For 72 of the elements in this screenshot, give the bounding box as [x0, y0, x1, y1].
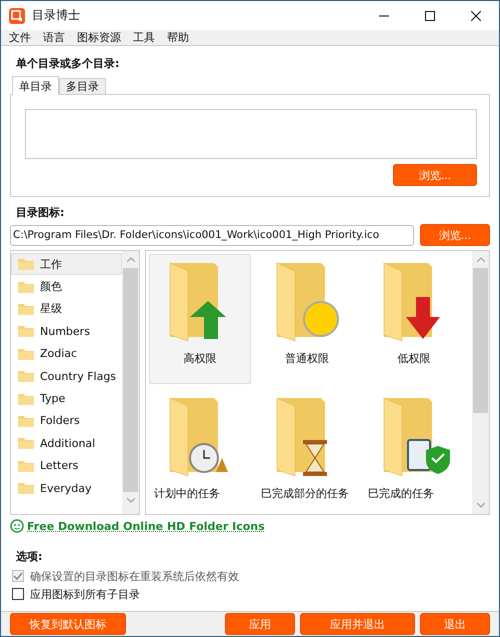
category-item[interactable]: Folders	[11, 410, 122, 432]
menu-item[interactable]: 图标资源	[71, 30, 127, 45]
icon-label: 巳完成部分的任务	[261, 486, 350, 501]
category-label: Numbers	[40, 324, 90, 338]
icon-tile[interactable]: 计划中的任务	[149, 389, 251, 519]
icon-tile[interactable]: 普通权限	[256, 254, 358, 384]
section-label: 目录图标:	[16, 205, 66, 220]
app-logo-icon	[9, 8, 25, 24]
window-title: 目录博士	[32, 7, 81, 24]
icon-tile[interactable]: 低权限	[363, 254, 465, 384]
scroll-down-icon[interactable]	[476, 503, 484, 508]
close-icon	[471, 10, 481, 20]
scrollbar[interactable]	[472, 251, 489, 514]
folder-icon	[18, 414, 34, 427]
category-item[interactable]: 颜色	[11, 275, 122, 298]
folder-input-field[interactable]	[25, 109, 477, 159]
folder-icon	[18, 258, 34, 270]
category-label: Everyday	[40, 482, 92, 495]
checkbox[interactable]	[12, 588, 24, 600]
scroll-up-icon[interactable]	[476, 257, 484, 262]
category-item[interactable]: Type	[11, 387, 122, 410]
icon-path-field[interactable]: C:\Program Files\Dr. Folder\icons\ico001_Work\ico001_High Priority.ico	[10, 224, 414, 246]
scroll-up-icon[interactable]	[126, 257, 134, 262]
icon-label: 高权限	[182, 351, 218, 366]
folder-icon	[18, 302, 34, 315]
folder-icon	[18, 392, 34, 405]
category-label: Type	[40, 392, 66, 406]
category-label: Country Flags	[40, 370, 116, 383]
folder-icon	[18, 348, 34, 360]
category-item[interactable]: 星级	[11, 298, 122, 320]
icon-label: 低权限	[396, 351, 432, 366]
checkbox-label: 应用图标到所有子目录	[30, 586, 140, 602]
menu-item[interactable]: 语言	[37, 30, 71, 45]
category-item[interactable]: Letters	[11, 454, 122, 477]
menu-item[interactable]: 工具	[127, 30, 161, 45]
category-item[interactable]: 工作	[11, 253, 122, 276]
category-item[interactable]: Everyday	[11, 476, 122, 500]
category-label: 星级	[40, 301, 62, 316]
folder-icon	[18, 325, 34, 338]
category-item[interactable]: Country Flags	[11, 364, 122, 388]
category-item[interactable]: Numbers	[11, 320, 122, 343]
tab[interactable]: 单目录	[12, 76, 59, 95]
folder-icon	[18, 280, 34, 293]
category-item[interactable]: Additional	[11, 432, 122, 455]
folder-icon	[18, 482, 34, 494]
category-item[interactable]: Zodiac	[11, 342, 122, 365]
options-label: 选项:	[16, 549, 44, 564]
icon-tile[interactable]: 巳完成部分的任务	[256, 389, 358, 519]
category-label: 工作	[40, 256, 62, 272]
icon-label: 普通权限	[284, 351, 330, 366]
tab[interactable]: 多目录	[59, 78, 106, 94]
folder-icon	[18, 460, 34, 472]
icon-label: 计划中的任务	[154, 486, 221, 501]
section-label: 单个目录或多个目录:	[16, 56, 120, 71]
icon-tile[interactable]: 巳完成的任务	[363, 389, 465, 519]
category-label: Zodiac	[40, 347, 78, 360]
category-label: Additional	[40, 436, 96, 450]
menu-item[interactable]: 文件	[3, 30, 37, 45]
download-link[interactable]: Free Download Online HD Folder Icons	[27, 520, 265, 532]
icon-label: 巳完成的任务	[368, 486, 435, 501]
scroll-down-icon[interactable]	[126, 498, 134, 503]
category-label: Folders	[40, 414, 80, 428]
folder-icon	[18, 370, 34, 382]
checkbox-label: 确保设置的目录图标在重装系统后依然有效	[30, 568, 239, 584]
maximize-icon	[425, 10, 435, 20]
folder-icon	[18, 437, 34, 450]
smiley-icon	[10, 519, 24, 533]
menu-item[interactable]: 帮助	[161, 30, 195, 45]
category-label: Letters	[40, 459, 78, 472]
category-label: 颜色	[40, 279, 62, 294]
icon-tile[interactable]: 高权限	[149, 254, 251, 384]
scrollbar[interactable]	[122, 251, 139, 514]
